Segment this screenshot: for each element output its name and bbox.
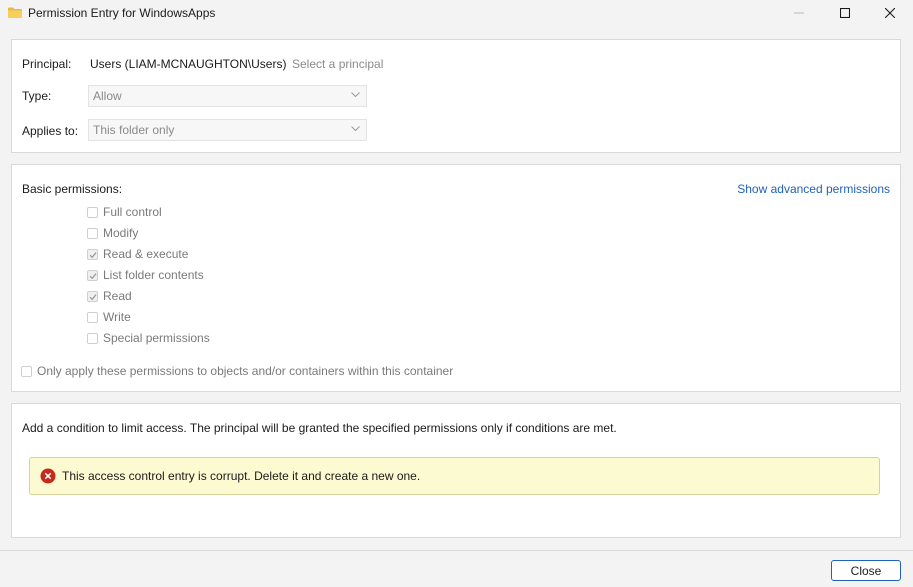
permission-label: Special permissions [103,331,210,345]
window-title: Permission Entry for WindowsApps [28,6,216,20]
only-apply-checkbox[interactable] [21,365,32,377]
warning-text: This access control entry is corrupt. De… [62,469,421,483]
permission-checkbox[interactable] [87,206,98,218]
minimize-icon [794,12,804,14]
type-dropdown-value: Allow [93,89,122,103]
principal-label: Principal: [22,57,72,71]
minimize-button[interactable] [776,0,822,26]
only-apply-checkbox-row[interactable]: Only apply these permissions to objects … [21,363,453,379]
close-window-button[interactable] [867,0,913,26]
principal-panel: Principal: Users (LIAM-MCNAUGHTON\Users)… [11,39,901,153]
type-label: Type: [22,89,52,103]
applies-to-dropdown[interactable]: This folder only [88,119,367,141]
condition-panel: Add a condition to limit access. The pri… [11,403,901,538]
permission-label: Read [103,289,132,303]
close-button[interactable]: Close [831,560,901,581]
footer-divider [0,550,913,551]
permission-checkbox[interactable] [87,290,98,302]
permission-row[interactable]: List folder contents [87,267,204,283]
permission-row[interactable]: Write [87,309,131,325]
applies-to-dropdown-value: This folder only [93,123,175,137]
condition-description: Add a condition to limit access. The pri… [22,421,617,435]
permission-label: List folder contents [103,268,204,282]
checkmark-icon [89,251,97,258]
permission-checkbox[interactable] [87,332,98,344]
permission-label: Full control [103,205,162,219]
basic-permissions-heading: Basic permissions: [22,182,123,196]
permission-label: Write [103,310,131,324]
error-icon [40,468,56,484]
permission-label: Read & execute [103,247,189,261]
maximize-button[interactable] [822,0,868,26]
chevron-down-icon [351,92,360,98]
applies-to-label: Applies to: [22,124,79,138]
only-apply-label: Only apply these permissions to objects … [37,364,454,378]
permission-row[interactable]: Read & execute [87,246,188,262]
permission-row[interactable]: Full control [87,204,162,220]
close-icon [885,8,895,18]
permission-row[interactable]: Modify [87,225,138,241]
show-advanced-permissions-link[interactable]: Show advanced permissions [737,182,890,196]
permission-row[interactable]: Special permissions [87,330,210,346]
permission-checkbox[interactable] [87,311,98,323]
checkmark-icon [89,272,97,279]
permission-checkbox[interactable] [87,269,98,281]
select-principal-link[interactable]: Select a principal [292,57,383,71]
type-dropdown[interactable]: Allow [88,85,367,107]
title-bar: Permission Entry for WindowsApps [0,0,913,26]
permission-checkbox[interactable] [87,248,98,260]
principal-value: Users (LIAM-MCNAUGHTON\Users) [90,57,287,71]
permission-row[interactable]: Read [87,288,132,304]
chevron-down-icon [351,126,360,132]
maximize-icon [840,8,850,18]
permissions-panel: Basic permissions: Show advanced permiss… [11,164,901,392]
checkmark-icon [89,293,97,300]
folder-icon [8,7,22,18]
permission-label: Modify [103,226,139,240]
permission-checkbox[interactable] [87,227,98,239]
warning-banner: This access control entry is corrupt. De… [29,457,880,495]
